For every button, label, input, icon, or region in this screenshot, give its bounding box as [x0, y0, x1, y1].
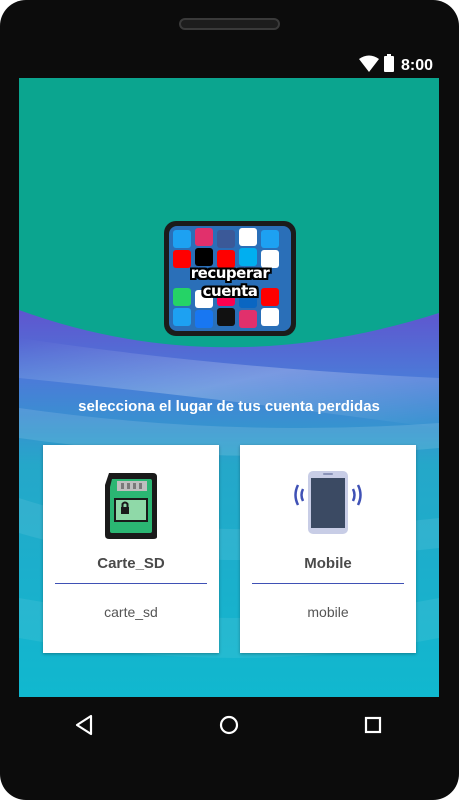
location-prompt: selecciona el lugar de tus cuenta perdid… [78, 398, 380, 415]
sd-card-divider [55, 583, 207, 584]
device-frame: 8:00 recuperar cuenta selecciona el luga… [0, 0, 459, 800]
smartphone-icon [294, 471, 362, 534]
sd-card-value: carte_sd [104, 604, 158, 620]
mobile-title: Mobile [304, 555, 352, 572]
mobile-divider [252, 583, 404, 584]
recents-icon[interactable] [359, 711, 387, 739]
home-icon[interactable] [215, 711, 243, 739]
mobile-option[interactable]: Mobile mobile [240, 445, 416, 653]
sd-card-option[interactable]: Carte_SD carte_sd [43, 445, 219, 653]
wifi-icon [359, 55, 379, 72]
navigation-bar [19, 697, 439, 752]
sd-card-title: Carte_SD [97, 555, 165, 572]
app-screen: recuperar cuenta selecciona el lugar de … [19, 78, 439, 697]
social-collage: recuperar cuenta [169, 226, 291, 331]
back-icon[interactable] [71, 711, 99, 739]
mobile-value: mobile [307, 604, 349, 620]
logo-caption: recuperar cuenta [190, 264, 270, 300]
clock: 8:00 [400, 57, 433, 74]
earpiece-speaker [179, 18, 280, 30]
app-logo: recuperar cuenta [164, 221, 296, 336]
status-bar: 8:00 [19, 52, 439, 78]
battery-icon [384, 54, 394, 72]
sd-card-icon [105, 473, 157, 539]
